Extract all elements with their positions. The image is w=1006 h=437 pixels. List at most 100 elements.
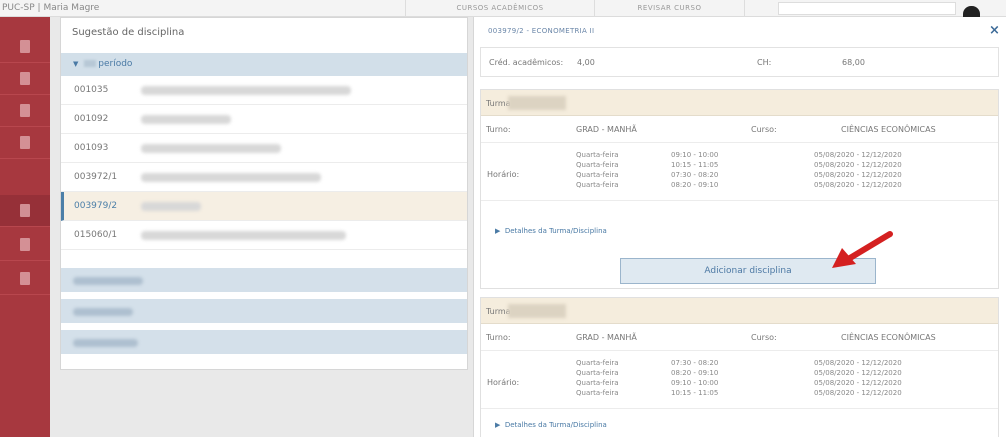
turno-row: Turno: GRAD - MANHÃ Curso: CIÊNCIAS ECON… bbox=[481, 116, 998, 143]
turno-value: GRAD - MANHÃ bbox=[576, 333, 637, 342]
sidebar bbox=[0, 17, 50, 437]
course-name-redacted bbox=[141, 144, 281, 153]
schedule-period: 05/08/2020 - 12/12/2020 bbox=[814, 151, 902, 159]
details-label: Detalhes da Turma/Disciplina bbox=[504, 227, 607, 235]
course-code: 001093 bbox=[74, 143, 109, 153]
schedule-time: 10:15 - 11:05 bbox=[671, 161, 719, 169]
schedule-day: Quarta-feira bbox=[576, 369, 619, 377]
search-input[interactable] bbox=[778, 2, 956, 15]
course-name-redacted bbox=[141, 115, 231, 124]
sidebar-item-2[interactable] bbox=[0, 63, 50, 95]
course-row[interactable]: 001092 bbox=[61, 105, 467, 134]
turma-code-redacted bbox=[508, 96, 566, 110]
turma-header: Turma: bbox=[481, 298, 998, 324]
schedule-block: Horário: Quarta-feira 07:30 - 08:20 05/0… bbox=[481, 351, 998, 409]
schedule-period: 05/08/2020 - 12/12/2020 bbox=[814, 171, 902, 179]
annotation-arrow-icon bbox=[832, 231, 893, 268]
schedule-day: Quarta-feira bbox=[576, 161, 619, 169]
panel-title: Sugestão de disciplina bbox=[72, 27, 185, 38]
period-label: período bbox=[98, 59, 133, 69]
period-number bbox=[84, 60, 97, 67]
top-bar: PUC-SP | Maria Magre CURSOS ACADÊMICOS R… bbox=[0, 0, 1006, 17]
close-icon[interactable]: × bbox=[989, 23, 1000, 38]
avatar-icon[interactable] bbox=[963, 6, 980, 17]
course-detail-panel: 003979/2 - ECONOMETRIA II × Créd. acadêm… bbox=[473, 17, 1006, 437]
course-row[interactable]: 015060/1 bbox=[61, 221, 467, 250]
ch-value: 68,00 bbox=[842, 58, 865, 67]
turma-header: Turma: bbox=[481, 90, 998, 116]
file-icon bbox=[20, 104, 30, 117]
period-group[interactable] bbox=[61, 299, 467, 325]
schedule-time: 07:30 - 08:20 bbox=[671, 171, 719, 179]
calendar-icon bbox=[20, 204, 30, 217]
details-toggle[interactable]: ▶ Detalhes da Turma/Disciplina bbox=[495, 227, 607, 235]
tab-revisar-curso[interactable]: REVISAR CURSO bbox=[595, 0, 745, 17]
sidebar-item-6[interactable] bbox=[0, 229, 50, 261]
turno-label: Turno: bbox=[486, 333, 511, 342]
turma-card: Turma: Turno: GRAD - MANHÃ Curso: CIÊNCI… bbox=[480, 297, 999, 437]
brand-title[interactable]: PUC-SP | Maria Magre bbox=[2, 3, 99, 13]
schedule-period: 05/08/2020 - 12/12/2020 bbox=[814, 369, 902, 377]
schedule-day: Quarta-feira bbox=[576, 389, 619, 397]
group-label-redacted bbox=[73, 339, 138, 347]
schedule-day: Quarta-feira bbox=[576, 359, 619, 367]
sidebar-item-3[interactable] bbox=[0, 95, 50, 127]
schedule-day: Quarta-feira bbox=[576, 151, 619, 159]
turno-row: Turno: GRAD - MANHÃ Curso: CIÊNCIAS ECON… bbox=[481, 324, 998, 351]
credits-row: Créd. acadêmicos: 4,00 CH: 68,00 bbox=[480, 47, 999, 77]
course-title: 003979/2 - ECONOMETRIA II bbox=[488, 27, 595, 35]
course-name-redacted bbox=[141, 86, 351, 95]
schedule-block: Horário: Quarta-feira 09:10 - 10:00 05/0… bbox=[481, 143, 998, 201]
grid-icon bbox=[20, 72, 30, 85]
course-row[interactable]: 001035 bbox=[61, 76, 467, 105]
schedule-period: 05/08/2020 - 12/12/2020 bbox=[814, 359, 902, 367]
schedule-time: 08:20 - 09:10 bbox=[671, 369, 719, 377]
document-icon bbox=[20, 40, 30, 53]
schedule-period: 05/08/2020 - 12/12/2020 bbox=[814, 181, 902, 189]
curso-label: Curso: bbox=[751, 333, 777, 342]
curso-value: CIÊNCIAS ECONÔMICAS bbox=[841, 333, 936, 342]
credits-label: Créd. acadêmicos: bbox=[489, 58, 564, 67]
sidebar-item-5[interactable] bbox=[0, 195, 50, 227]
course-row[interactable]: 001093 bbox=[61, 134, 467, 163]
course-name-redacted bbox=[141, 231, 346, 240]
schedule-day: Quarta-feira bbox=[576, 181, 619, 189]
course-code: 001092 bbox=[74, 114, 109, 124]
horario-label: Horário: bbox=[487, 378, 520, 387]
suggestion-panel: Sugestão de disciplina ▼ período 001035 … bbox=[60, 17, 468, 370]
schedule-time: 09:10 - 10:00 bbox=[671, 151, 719, 159]
course-code: 001035 bbox=[74, 85, 109, 95]
course-name-redacted bbox=[141, 202, 201, 211]
caret-down-icon: ▼ bbox=[73, 60, 79, 68]
schedule-period: 05/08/2020 - 12/12/2020 bbox=[814, 389, 902, 397]
period-group[interactable] bbox=[61, 268, 467, 294]
period-toggle[interactable]: ▼ período bbox=[61, 53, 467, 76]
settings-icon bbox=[20, 272, 30, 285]
curso-value: CIÊNCIAS ECONÔMICAS bbox=[841, 125, 936, 134]
period-group[interactable] bbox=[61, 330, 467, 356]
details-label: Detalhes da Turma/Disciplina bbox=[504, 421, 607, 429]
ch-label: CH: bbox=[757, 58, 772, 67]
course-name-redacted bbox=[141, 173, 321, 182]
schedule-period: 05/08/2020 - 12/12/2020 bbox=[814, 161, 902, 169]
tab-cursos-academicos[interactable]: CURSOS ACADÊMICOS bbox=[405, 0, 595, 17]
course-code: 003972/1 bbox=[74, 172, 118, 182]
turma-code-redacted bbox=[508, 304, 566, 318]
group-label-redacted bbox=[73, 277, 143, 285]
group-label-redacted bbox=[73, 308, 133, 316]
credits-value: 4,00 bbox=[577, 58, 595, 67]
horario-label: Horário: bbox=[487, 170, 520, 179]
course-row[interactable]: 003972/1 bbox=[61, 163, 467, 192]
details-toggle[interactable]: ▶ Detalhes da Turma/Disciplina bbox=[495, 421, 607, 429]
turno-value: GRAD - MANHÃ bbox=[576, 125, 637, 134]
sidebar-item-7[interactable] bbox=[0, 263, 50, 295]
course-row-selected[interactable]: 003979/2 bbox=[61, 192, 467, 221]
turno-label: Turno: bbox=[486, 125, 511, 134]
course-code: 015060/1 bbox=[74, 230, 118, 240]
schedule-time: 09:10 - 10:00 bbox=[671, 379, 719, 387]
schedule-day: Quarta-feira bbox=[576, 171, 619, 179]
sidebar-item-4[interactable] bbox=[0, 127, 50, 159]
list-icon bbox=[20, 136, 30, 149]
schedule-time: 08:20 - 09:10 bbox=[671, 181, 719, 189]
sidebar-item-1[interactable] bbox=[0, 31, 50, 63]
